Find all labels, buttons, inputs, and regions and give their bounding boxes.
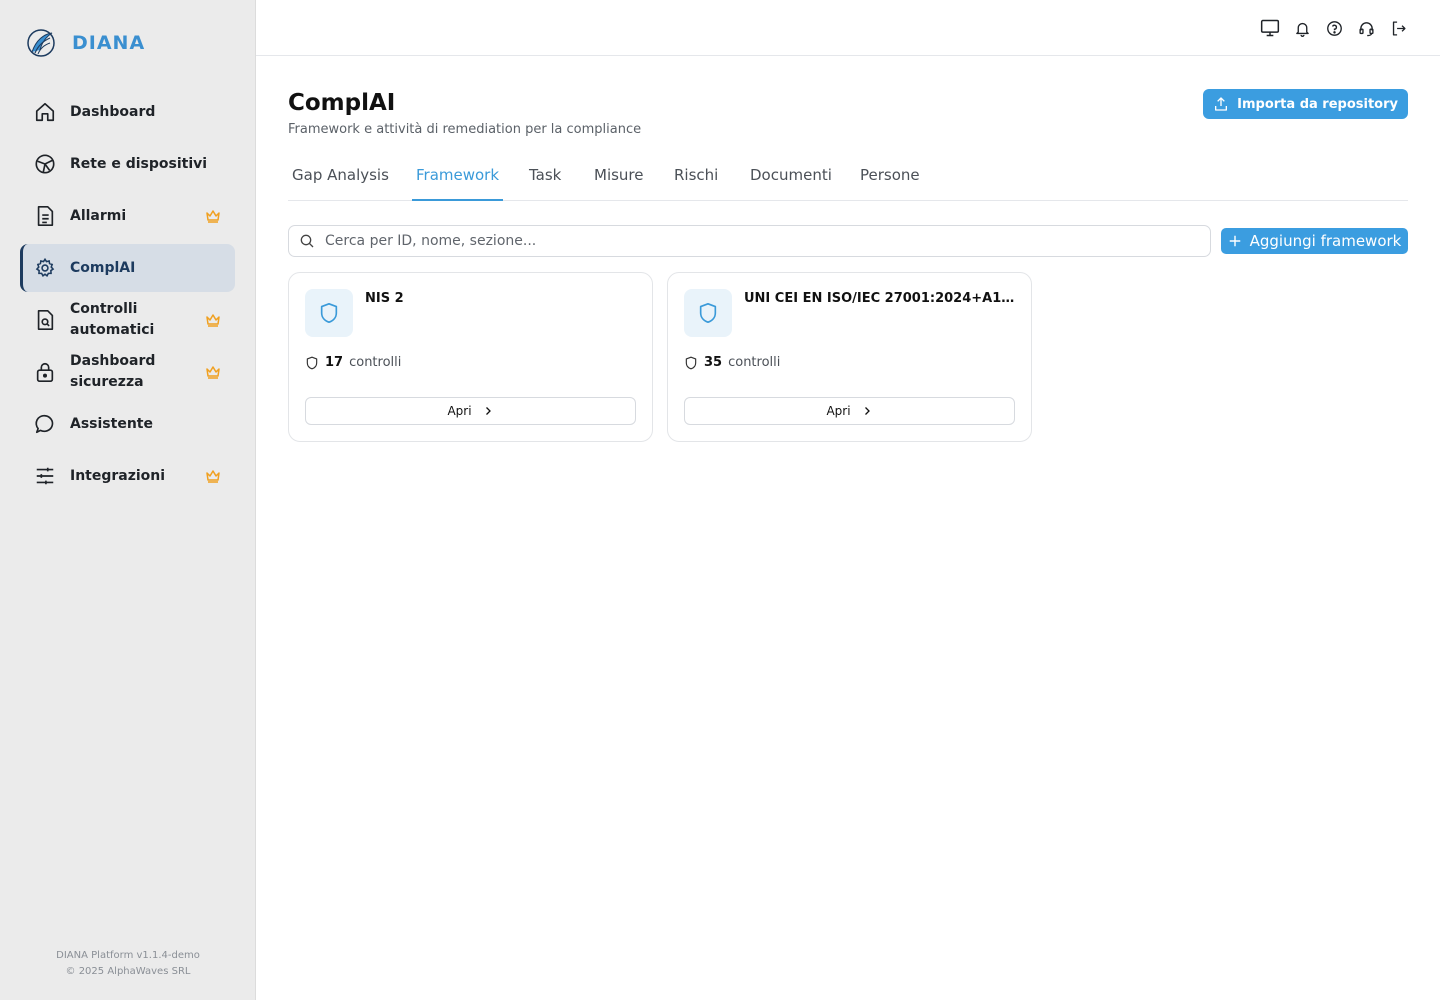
sidebar-item-assistente[interactable]: Assistente <box>20 400 235 448</box>
headset-icon[interactable] <box>1356 16 1376 40</box>
tab-label: Misure <box>594 166 644 184</box>
open-label: Apri <box>826 404 851 418</box>
upload-icon <box>1215 97 1228 111</box>
sidebar-item-label: Rete e dispositivi <box>70 155 208 172</box>
tab-label: Documenti <box>750 166 832 184</box>
open-label: Apri <box>447 404 472 418</box>
search-icon <box>300 234 314 248</box>
framework-badge <box>305 289 353 337</box>
crown-icon <box>206 366 220 379</box>
tab-documenti[interactable]: Documenti <box>746 160 836 201</box>
sidebar-item-integrazioni[interactable]: Integrazioni <box>20 452 235 500</box>
topbar <box>256 0 1440 56</box>
help-icon[interactable] <box>1324 16 1344 40</box>
shield-outline-icon <box>685 356 697 369</box>
chevron-right-icon <box>485 407 491 415</box>
copyright-text: © 2025 AlphaWaves SRL <box>65 966 191 977</box>
tab-persone[interactable]: Persone <box>856 160 924 201</box>
framework-card: NIS 2 17 controlli Apri <box>288 272 653 442</box>
search-input[interactable] <box>325 233 1185 249</box>
network-icon <box>33 152 57 176</box>
shield-outline-icon <box>306 356 318 369</box>
sidebar-item-allarmi[interactable]: Allarmi <box>20 192 235 240</box>
version-text: DIANA Platform v1.1.4-demo <box>56 950 200 961</box>
tab-bar: Gap Analysis Framework Task Misure Risch… <box>288 160 1408 201</box>
page-title: ComplAI <box>288 90 396 116</box>
sidebar-item-label: Dashboard sicurezza <box>70 353 156 390</box>
sidebar-item-dashboard-sicurezza[interactable]: Dashboard sicurezza <box>20 348 235 396</box>
framework-title: UNI CEI EN ISO/IEC 27001:2024+A1 (D... <box>744 291 1016 306</box>
crown-icon <box>206 470 220 483</box>
sidebar-item-label: ComplAI <box>70 259 136 276</box>
add-framework-label: Aggiungi framework <box>1249 232 1402 250</box>
controls-label: controlli <box>349 355 402 370</box>
open-framework-button[interactable]: Apri <box>684 397 1015 425</box>
sidebar-item-controlli-automatici[interactable]: Controlli automatici <box>20 296 235 344</box>
chat-icon <box>33 412 57 436</box>
sidebar-footer: DIANA Platform v1.1.4-demo © 2025 AlphaW… <box>0 948 256 980</box>
crown-icon <box>206 314 220 327</box>
shield-icon <box>699 303 717 323</box>
sidebar-item-label: Integrazioni <box>70 467 166 484</box>
home-icon <box>33 100 57 124</box>
framework-controls: 35 controlli <box>684 355 780 370</box>
sidebar-item-dashboard[interactable]: Dashboard <box>20 88 235 136</box>
bell-icon[interactable] <box>1292 16 1312 40</box>
framework-card: UNI CEI EN ISO/IEC 27001:2024+A1 (D... 3… <box>667 272 1032 442</box>
import-repository-button[interactable]: Importa da repository <box>1203 89 1408 119</box>
shield-icon <box>320 303 338 323</box>
logout-icon[interactable] <box>1388 16 1408 40</box>
chevron-right-icon <box>864 407 870 415</box>
import-repository-label: Importa da repository <box>1237 96 1398 112</box>
tab-task[interactable]: Task <box>525 160 565 201</box>
tab-framework[interactable]: Framework <box>412 160 504 201</box>
tab-label: Persone <box>860 166 920 184</box>
tab-rischi[interactable]: Rischi <box>670 160 722 201</box>
topbar-actions <box>1260 16 1408 40</box>
controls-count: 17 <box>325 355 344 370</box>
search-document-icon <box>33 308 57 332</box>
document-icon <box>33 204 57 228</box>
open-framework-button[interactable]: Apri <box>305 397 636 425</box>
sidebar-item-label: Allarmi <box>70 207 127 224</box>
add-framework-button[interactable]: Aggiungi framework <box>1221 228 1408 254</box>
controls-count: 35 <box>704 355 723 370</box>
sidebar-item-label: Assistente <box>70 415 153 432</box>
lock-icon <box>33 360 57 384</box>
tab-gap-analysis[interactable]: Gap Analysis <box>288 160 393 201</box>
page-subtitle: Framework e attività di remediation per … <box>288 122 642 137</box>
sidebar-item-rete-dispositivi[interactable]: Rete e dispositivi <box>20 140 235 188</box>
tab-misure[interactable]: Misure <box>590 160 648 201</box>
plus-icon <box>1229 235 1240 247</box>
sliders-icon <box>33 464 57 488</box>
sidebar-item-label: Dashboard <box>70 103 156 120</box>
tab-label: Gap Analysis <box>292 166 389 184</box>
framework-controls: 17 controlli <box>305 355 401 370</box>
search-bar <box>288 225 1211 257</box>
brand-name: DIANA <box>72 32 146 54</box>
brand[interactable]: DIANA <box>26 28 145 58</box>
sidebar-item-complai[interactable]: ComplAI <box>20 244 235 292</box>
crown-icon <box>206 210 220 223</box>
tab-label: Framework <box>416 166 500 184</box>
diana-logo-icon <box>27 29 55 57</box>
framework-title: NIS 2 <box>365 291 404 306</box>
sidebar: DIANA Dashboard Rete e dispositivi Allar… <box>0 0 256 1000</box>
controls-label: controlli <box>728 355 781 370</box>
framework-badge <box>684 289 732 337</box>
sidebar-item-label: Controlli automatici <box>70 301 155 338</box>
tab-label: Rischi <box>674 166 719 184</box>
tab-label: Task <box>529 166 562 184</box>
monitor-icon[interactable] <box>1260 16 1280 40</box>
gear-icon <box>33 256 57 280</box>
